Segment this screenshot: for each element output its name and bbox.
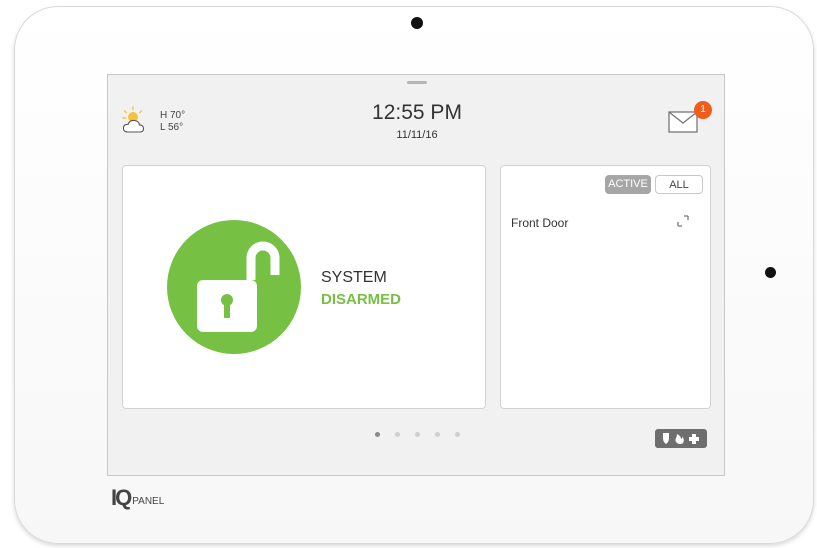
front-camera [411, 17, 423, 29]
sensor-list-card: ACTIVE ALL Front Door [500, 165, 711, 409]
page-dot-2[interactable] [395, 432, 400, 437]
side-sensor [765, 267, 776, 278]
page-dot-3[interactable] [415, 432, 420, 437]
touch-screen: H 70° L 56° 12:55 PM 11/11/16 1 SYSTEM D… [107, 74, 725, 476]
emergency-icons [663, 433, 699, 444]
tab-active[interactable]: ACTIVE [605, 175, 651, 194]
message-count-badge: 1 [694, 101, 712, 119]
sensor-item-front-door[interactable]: Front Door [511, 216, 568, 230]
medical-cross-icon [689, 434, 699, 444]
clock-date: 11/11/16 [396, 129, 438, 141]
messages-button[interactable]: 1 [668, 101, 712, 135]
pull-down-handle[interactable] [407, 81, 427, 84]
brand-logo-mark: IQ [111, 485, 132, 510]
fire-icon [675, 434, 684, 444]
brand-logo-text: PANEL [132, 496, 165, 507]
page-indicator [375, 432, 465, 438]
page-dot-4[interactable] [435, 432, 440, 437]
open-link-icon [677, 215, 689, 227]
system-status-card[interactable]: SYSTEM DISARMED [122, 165, 486, 409]
clock-time: 12:55 PM [372, 101, 462, 124]
shield-icon [663, 433, 669, 444]
envelope-icon [668, 111, 698, 133]
emergency-button[interactable] [655, 429, 707, 448]
page-dot-5[interactable] [455, 432, 460, 437]
unlocked-padlock-icon [197, 241, 280, 332]
status-label: SYSTEM [321, 269, 387, 286]
arm-button[interactable] [167, 220, 301, 354]
page-dot-1[interactable] [375, 432, 380, 437]
tab-all[interactable]: ALL [655, 175, 703, 194]
status-value: DISARMED [321, 291, 402, 308]
brand-logo: IQ PANEL [111, 485, 165, 510]
